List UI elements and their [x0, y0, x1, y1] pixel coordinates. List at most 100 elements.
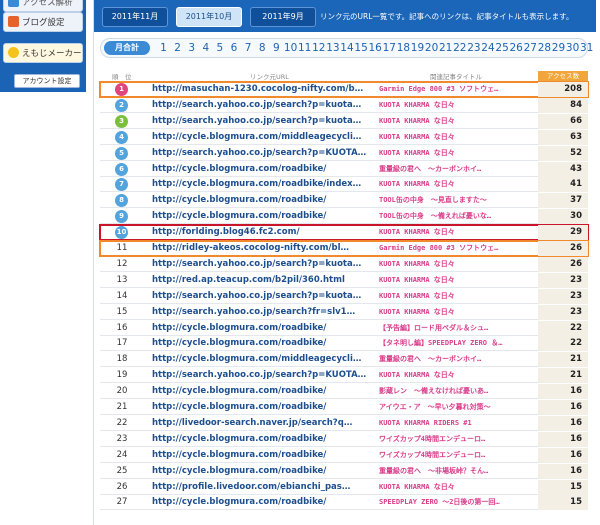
account-settings-button[interactable]: アカウント設定 [14, 74, 80, 88]
access-count: 16 [538, 384, 588, 400]
referrer-url-link[interactable]: http://search.yahoo.co.jp/search?p=kuota… [152, 98, 376, 113]
day-link[interactable]: 10 [284, 41, 297, 55]
referrer-url-link[interactable]: http://search.yahoo.co.jp/search?p=KUOTA… [152, 368, 376, 383]
referrer-url-link[interactable]: http://red.ap.teacup.com/b2pil/360.html [152, 273, 376, 288]
article-title-link[interactable]: KUOTA KHARMA RIDERS #1 [379, 416, 539, 431]
day-link[interactable]: 17 [383, 41, 396, 55]
rank-cell: 14 [116, 290, 128, 301]
day-link[interactable]: 29 [552, 41, 565, 55]
day-link[interactable]: 6 [228, 41, 241, 55]
article-title-link[interactable]: KUOTA KHARMA な日々 [379, 273, 539, 288]
day-link[interactable]: 31 [580, 41, 593, 55]
referrer-url-link[interactable]: http://search.yahoo.co.jp/search?p=kuota… [152, 257, 376, 272]
day-link[interactable]: 14 [340, 41, 353, 55]
article-title-link[interactable]: KUOTA KHARMA な日々 [379, 480, 539, 495]
article-title-link[interactable]: KUOTA KHARMA な日々 [379, 146, 539, 161]
day-link[interactable]: 27 [524, 41, 537, 55]
day-link[interactable]: 20 [425, 41, 438, 55]
article-title-link[interactable]: 【予告編】ロード用ペダル＆シュ… [379, 321, 539, 336]
article-title-link[interactable]: 重量級の君へ ～カーボンホイ… [379, 162, 539, 177]
article-title-link[interactable]: Garmin Edge 800 #3 ソフトウェ… [379, 82, 539, 97]
day-link[interactable]: 19 [411, 41, 424, 55]
referrer-url-link[interactable]: http://cycle.blogmura.com/roadbike/ [152, 321, 376, 336]
day-link[interactable]: 4 [199, 41, 212, 55]
article-title-link[interactable]: 重量級の君へ ～カーボンホイ… [379, 352, 539, 367]
access-count: 21 [538, 352, 588, 368]
article-title-link[interactable]: KUOTA KHARMA な日々 [379, 368, 539, 383]
referrer-url-link[interactable]: http://masuchan-1230.cocolog-nifty.com/b… [152, 82, 376, 97]
sidebar-item-emoji-maker[interactable]: えもじメーカー [3, 43, 83, 63]
monthly-total-button[interactable]: 月合計 [104, 41, 150, 55]
referrer-url-link[interactable]: http://cycle.blogmura.com/roadbike/ [152, 464, 376, 479]
day-link[interactable]: 24 [481, 41, 494, 55]
tab-month-2011-11[interactable]: 2011年11月 [102, 7, 168, 27]
day-link[interactable]: 8 [256, 41, 269, 55]
referrer-url-link[interactable]: http://cycle.blogmura.com/roadbike/ [152, 162, 376, 177]
article-title-link[interactable]: KUOTA KHARMA な日々 [379, 130, 539, 145]
referrer-url-link[interactable]: http://livedoor-search.naver.jp/search?q… [152, 416, 376, 431]
article-title-link[interactable]: KUOTA KHARMA な日々 [379, 225, 539, 240]
article-title-link[interactable]: 【タネ明し編】SPEEDPLAY ZERO ＆… [379, 336, 539, 351]
day-link[interactable]: 23 [467, 41, 480, 55]
sidebar-item-access-analysis[interactable]: アクセス解析 [3, 0, 83, 12]
day-link[interactable]: 25 [495, 41, 508, 55]
day-link[interactable]: 2 [171, 41, 184, 55]
referrer-url-link[interactable]: http://profile.livedoor.com/ebianchi_pas… [152, 480, 376, 495]
day-link[interactable]: 1 [157, 41, 170, 55]
referrer-url-link[interactable]: http://cycle.blogmura.com/roadbike/ [152, 384, 376, 399]
referrer-url-link[interactable]: http://cycle.blogmura.com/roadbike/ [152, 209, 376, 224]
article-title-link[interactable]: アイウエ・ア ～早い夕暮れ対策～ [379, 400, 539, 415]
day-link[interactable]: 28 [538, 41, 551, 55]
referrer-url-link[interactable]: http://cycle.blogmura.com/roadbike/ [152, 495, 376, 510]
day-link[interactable]: 12 [312, 41, 325, 55]
article-title-link[interactable]: KUOTA KHARMA な日々 [379, 305, 539, 320]
day-link[interactable]: 21 [439, 41, 452, 55]
article-title-link[interactable]: KUOTA KHARMA な日々 [379, 177, 539, 192]
article-title-link[interactable]: ワイズカップ4時間エンデューロ… [379, 432, 539, 447]
article-title-link[interactable]: ワイズカップ4時間エンデューロ… [379, 448, 539, 463]
day-link[interactable]: 15 [354, 41, 367, 55]
day-link[interactable]: 18 [397, 41, 410, 55]
day-link[interactable]: 16 [369, 41, 382, 55]
referrer-url-link[interactable]: http://search.yahoo.co.jp/search?p=kuota… [152, 114, 376, 129]
article-title-link[interactable]: KUOTA KHARMA な日々 [379, 257, 539, 272]
referrer-url-link[interactable]: http://cycle.blogmura.com/roadbike/index… [152, 177, 376, 192]
access-count: 16 [538, 431, 588, 447]
article-title-link[interactable]: KUOTA KHARMA な日々 [379, 98, 539, 113]
referrer-url-link[interactable]: http://cycle.blogmura.com/middleagecycli… [152, 130, 376, 145]
referrer-url-link[interactable]: http://cycle.blogmura.com/roadbike/ [152, 400, 376, 415]
article-title-link[interactable]: KUOTA KHARMA な日々 [379, 289, 539, 304]
rank-cell: 23 [116, 433, 128, 444]
referrer-url-link[interactable]: http://cycle.blogmura.com/roadbike/ [152, 432, 376, 447]
day-link[interactable]: 5 [213, 41, 226, 55]
referrer-url-link[interactable]: http://cycle.blogmura.com/roadbike/ [152, 336, 376, 351]
article-title-link[interactable]: 影蔵レン ～備えなければ憂いあ… [379, 384, 539, 399]
day-link[interactable]: 7 [242, 41, 255, 55]
tab-month-2011-10[interactable]: 2011年10月 [176, 7, 242, 27]
rank-badge-icon: 9 [115, 210, 128, 224]
referrer-url-link[interactable]: http://search.yahoo.co.jp/search?fr=slv1… [152, 305, 376, 320]
article-title-link[interactable]: 重量級の君へ ～非場坂峠？そん… [379, 464, 539, 479]
article-title-link[interactable]: TOOL缶の中身 ～備えれば憂いな… [379, 209, 539, 224]
day-link[interactable]: 9 [270, 41, 283, 55]
article-title-link[interactable]: SPEEDPLAY ZERO ～2日後の第一回… [379, 495, 539, 510]
tab-month-2011-09[interactable]: 2011年9月 [250, 7, 316, 27]
referrer-url-link[interactable]: http://cycle.blogmura.com/roadbike/ [152, 448, 376, 463]
referrer-url-link[interactable]: http://search.yahoo.co.jp/search?p=KUOTA… [152, 146, 376, 161]
referrer-url-link[interactable]: http://cycle.blogmura.com/middleagecycli… [152, 352, 376, 367]
article-title-link[interactable]: KUOTA KHARMA な日々 [379, 114, 539, 129]
referrer-url-link[interactable]: http://ridley-akeos.cocolog-nifty.com/bl… [152, 241, 376, 256]
referrer-url-link[interactable]: http://forlding.blog46.fc2.com/ [152, 225, 376, 240]
day-link[interactable]: 13 [326, 41, 339, 55]
article-title-link[interactable]: TOOL缶の中身 ～見直しますた～ [379, 193, 539, 208]
rank-cell: 2 [100, 98, 144, 113]
referrer-url-link[interactable]: http://search.yahoo.co.jp/search?p=kuota… [152, 289, 376, 304]
day-link[interactable]: 11 [298, 41, 311, 55]
day-link[interactable]: 3 [185, 41, 198, 55]
day-link[interactable]: 22 [453, 41, 466, 55]
day-link[interactable]: 30 [566, 41, 579, 55]
day-link[interactable]: 26 [510, 41, 523, 55]
article-title-link[interactable]: Garmin Edge 800 #3 ソフトウェ… [379, 241, 539, 256]
sidebar-item-blog-settings[interactable]: ブログ設定 [3, 12, 83, 32]
referrer-url-link[interactable]: http://cycle.blogmura.com/roadbike/ [152, 193, 376, 208]
